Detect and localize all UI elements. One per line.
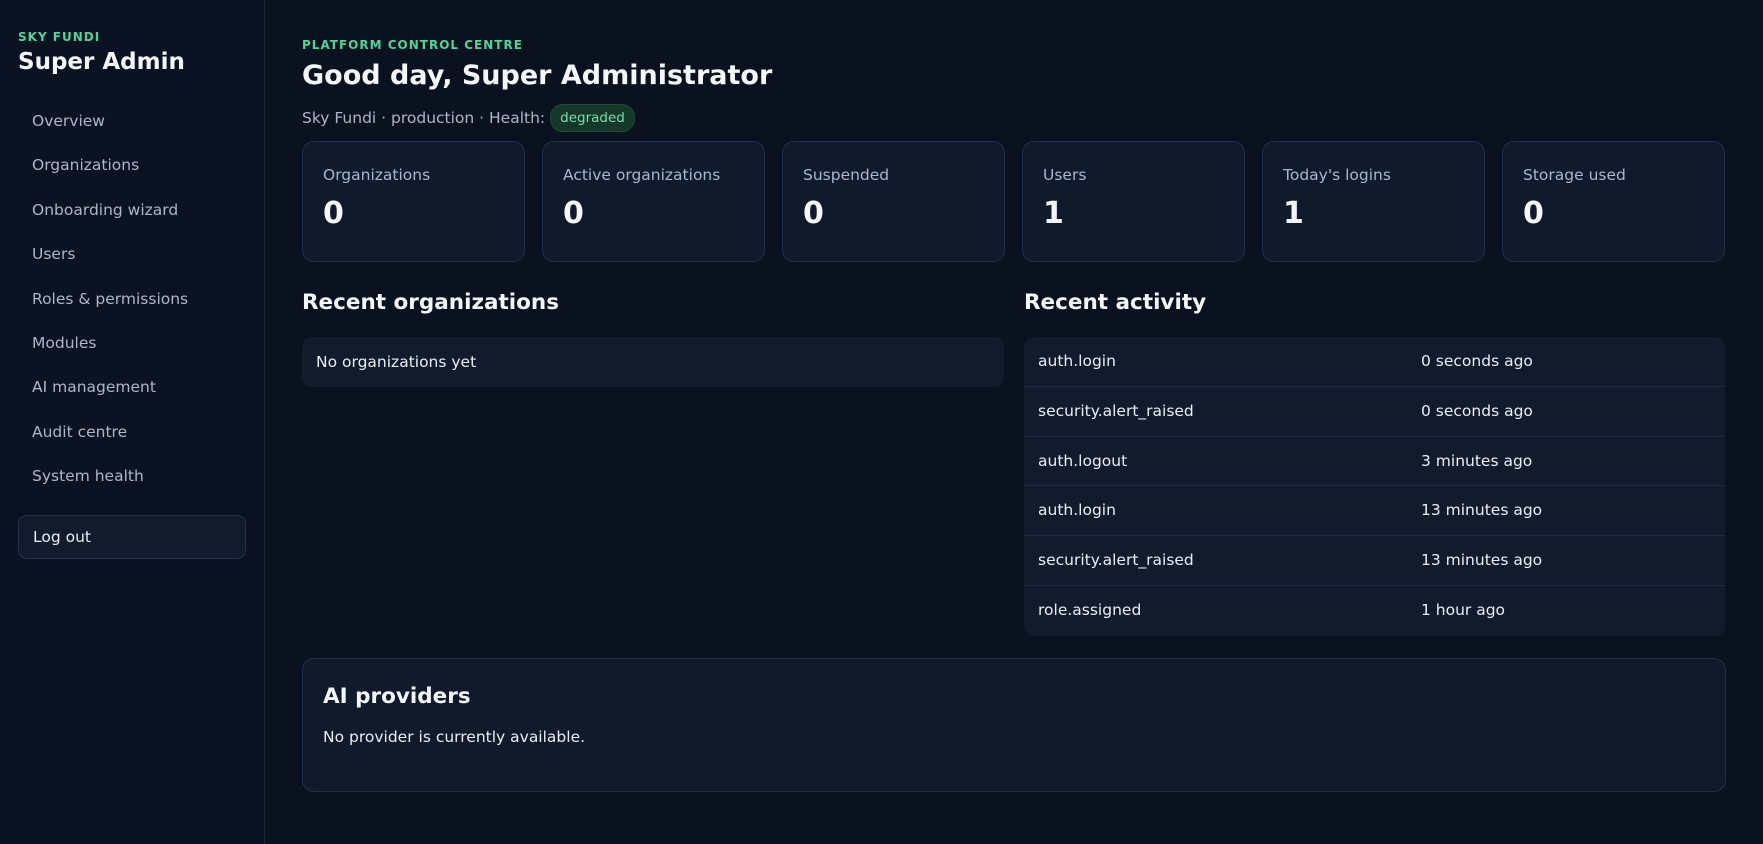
- recent-organizations-section: Recent organizations No organizations ye…: [302, 290, 1004, 636]
- main-content: PLATFORM CONTROL CENTRE Good day, Super …: [265, 0, 1763, 844]
- page-eyebrow: PLATFORM CONTROL CENTRE: [302, 38, 523, 52]
- logout-button[interactable]: Log out: [18, 514, 246, 559]
- activity-time: 3 minutes ago: [1421, 451, 1533, 470]
- stats-row: Organizations 0 Active organizations 0 S…: [302, 141, 1726, 262]
- stat-label: Users: [1043, 166, 1087, 184]
- section-title: Recent organizations: [302, 290, 560, 315]
- activity-row: auth.login 0 seconds ago: [1024, 337, 1725, 387]
- sidebar: SKY FUNDI Super Admin Overview Organizat…: [0, 0, 265, 844]
- activity-event: role.assigned: [1038, 600, 1142, 619]
- recent-activity-section: Recent activity auth.login 0 seconds ago…: [1024, 290, 1725, 636]
- activity-time: 13 minutes ago: [1421, 501, 1543, 520]
- sidebar-item-ai-management[interactable]: AI management: [18, 365, 246, 409]
- organizations-empty-state: No organizations yet: [302, 337, 1004, 387]
- app-shell: SKY FUNDI Super Admin Overview Organizat…: [0, 0, 1763, 844]
- activity-row: security.alert_raised 13 minutes ago: [1024, 536, 1725, 586]
- stat-label: Suspended: [803, 166, 890, 184]
- activity-event: auth.login: [1038, 501, 1116, 520]
- environment-text: Sky Fundi · production · Health:: [302, 109, 546, 127]
- sidebar-item-organizations[interactable]: Organizations: [18, 143, 246, 187]
- activity-row: role.assigned 1 hour ago: [1024, 586, 1725, 636]
- sidebar-item-overview[interactable]: Overview: [18, 99, 246, 143]
- sidebar-item-users[interactable]: Users: [18, 232, 246, 276]
- stat-card-suspended: Suspended 0: [782, 141, 1005, 262]
- sidebar-item-system-health[interactable]: System health: [18, 454, 246, 498]
- sidebar-item-roles-permissions[interactable]: Roles & permissions: [18, 277, 246, 321]
- stat-card-users: Users 1: [1022, 141, 1245, 262]
- stat-card-active-organizations: Active organizations 0: [542, 141, 765, 262]
- activity-event: auth.login: [1038, 352, 1116, 370]
- activity-time: 1 hour ago: [1421, 600, 1506, 619]
- stat-value: 1: [1283, 196, 1304, 231]
- stat-card-organizations: Organizations 0: [302, 141, 525, 262]
- stat-value: 0: [1523, 196, 1544, 231]
- page-title: Good day, Super Administrator: [302, 60, 773, 91]
- brand-title: Super Admin: [18, 49, 185, 75]
- sidebar-nav: Overview Organizations Onboarding wizard…: [18, 99, 246, 499]
- ai-providers-card: AI providers No provider is currently av…: [302, 657, 1726, 792]
- section-title: Recent activity: [1024, 290, 1207, 315]
- environment-subline: Sky Fundi · production · Health: degrade…: [302, 104, 1726, 132]
- sidebar-item-onboarding-wizard[interactable]: Onboarding wizard: [18, 188, 246, 232]
- stat-value: 0: [323, 196, 344, 231]
- activity-time: 13 minutes ago: [1421, 551, 1543, 570]
- providers-empty-state: No provider is currently available.: [323, 727, 586, 746]
- stat-label: Organizations: [323, 166, 431, 184]
- dashboard-columns: Recent organizations No organizations ye…: [302, 290, 1726, 636]
- health-status-badge: degraded: [550, 104, 635, 132]
- sidebar-item-modules[interactable]: Modules: [18, 321, 246, 365]
- stat-value: 0: [803, 196, 824, 231]
- stat-value: 0: [563, 196, 584, 231]
- stat-label: Active organizations: [563, 166, 721, 184]
- activity-event: security.alert_raised: [1038, 401, 1194, 420]
- activity-row: auth.logout 3 minutes ago: [1024, 437, 1725, 487]
- activity-row: security.alert_raised 0 seconds ago: [1024, 387, 1725, 437]
- stat-value: 1: [1043, 196, 1064, 231]
- activity-event: security.alert_raised: [1038, 551, 1194, 570]
- section-title: AI providers: [323, 683, 471, 709]
- activity-event: auth.logout: [1038, 451, 1128, 470]
- activity-time: 0 seconds ago: [1421, 352, 1533, 370]
- stat-card-todays-logins: Today's logins 1: [1262, 141, 1485, 262]
- stat-label: Today's logins: [1283, 166, 1391, 184]
- brand-eyebrow: SKY FUNDI: [18, 30, 101, 44]
- sidebar-item-audit-centre[interactable]: Audit centre: [18, 410, 246, 454]
- stat-card-storage-used: Storage used 0: [1502, 141, 1725, 262]
- stat-label: Storage used: [1523, 166, 1626, 184]
- activity-time: 0 seconds ago: [1421, 401, 1533, 420]
- activity-row: auth.login 13 minutes ago: [1024, 486, 1725, 537]
- activity-list: auth.login 0 seconds ago security.alert_…: [1024, 337, 1725, 636]
